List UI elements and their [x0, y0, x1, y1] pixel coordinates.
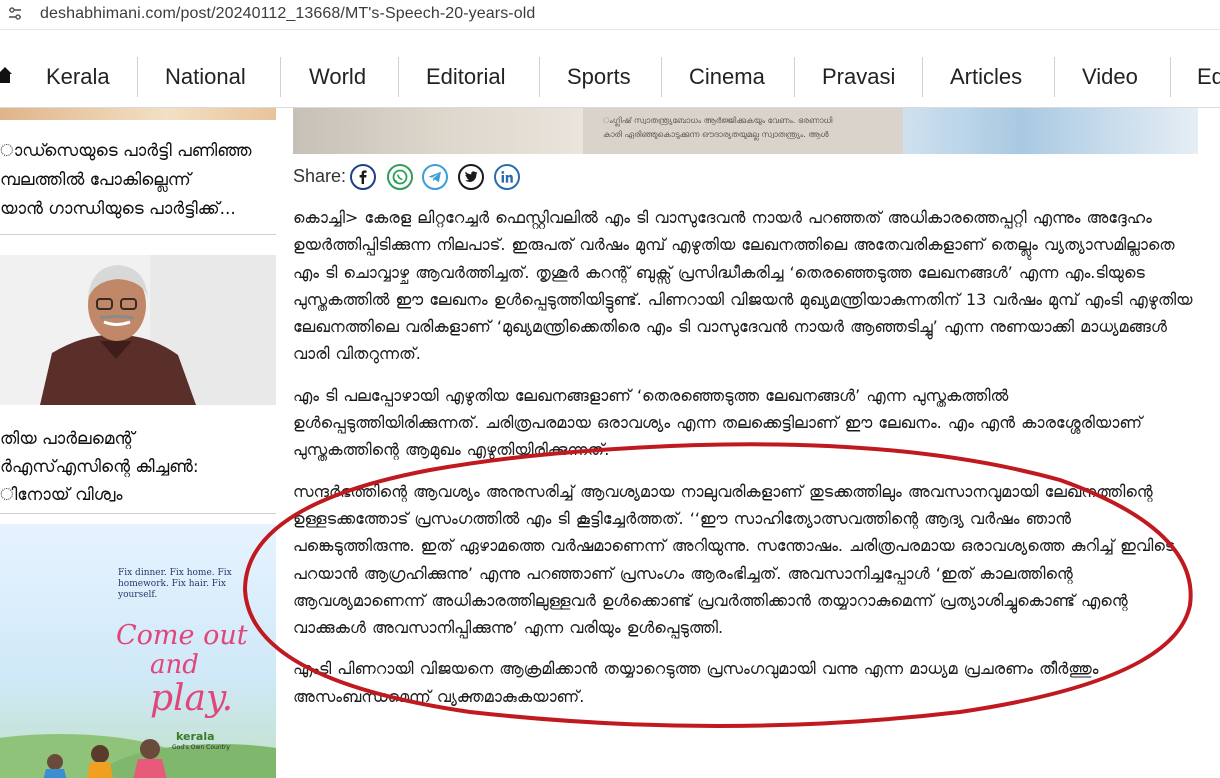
address-bar[interactable]: deshabhimani.com/post/20240112_13668/MT'… — [0, 0, 1220, 30]
share-label: Share: — [293, 166, 347, 186]
whatsapp-share-button[interactable] — [387, 164, 413, 190]
author-portrait — [0, 255, 276, 405]
story-thumbnail[interactable] — [0, 108, 276, 120]
nav-divider — [280, 57, 281, 97]
article-body: കൊച്ചി> കേരള ലിറ്ററേച്ചർ ഫെസ്റ്റിവലിൽ എം… — [293, 204, 1198, 724]
ad-headline: and — [150, 650, 199, 680]
sidebar: ാഡ്സെയുടെ പാർട്ടി പണിഞ്ഞ മ്പലത്തിൽ പോകില… — [0, 108, 276, 778]
hero-image-text-panel: ംഗ്ലിഷ് സ്വാതന്ത്ര്യബോധം ആർജ്ജിക്കുകയും … — [583, 108, 903, 154]
story-headline-line[interactable]: ാഡ്സെയുടെ പാർട്ടി പണിഞ്ഞ — [0, 138, 276, 166]
twitter-share-button[interactable] — [458, 164, 484, 190]
linkedin-share-button[interactable] — [494, 164, 520, 190]
url-text[interactable]: deshabhimani.com/post/20240112_13668/MT'… — [40, 5, 535, 23]
site-info-icon[interactable] — [6, 5, 24, 23]
divider — [0, 234, 276, 235]
nav-divider — [922, 57, 923, 97]
nav-item-video[interactable]: Video — [1082, 45, 1138, 108]
hero-image-left — [293, 108, 583, 154]
hero-image-right — [903, 108, 1198, 154]
nav-divider — [661, 57, 662, 97]
ad-headline: Come out — [116, 620, 248, 651]
nav-divider — [1054, 57, 1055, 97]
nav-item-ed[interactable]: Ed — [1197, 45, 1220, 108]
nav-item-national[interactable]: National — [165, 45, 246, 108]
advertisement-banner[interactable]: Fix dinner. Fix home. Fix homework. Fix … — [0, 524, 276, 778]
story-headline-line[interactable]: മ്പലത്തിൽ പോകില്ലെന്ന് — [0, 167, 276, 195]
telegram-share-button[interactable] — [422, 164, 448, 190]
nav-divider — [539, 57, 540, 97]
twitter-icon — [464, 171, 478, 182]
nav-item-kerala[interactable]: Kerala — [46, 45, 110, 108]
ad-brand-subtitle: God's Own Country — [172, 744, 230, 751]
story-headline-line[interactable]: യാൻ ഗാന്ധിയുടെ പാർട്ടിക്ക്... — [0, 196, 276, 224]
linkedin-icon — [501, 171, 513, 183]
nav-item-cinema[interactable]: Cinema — [689, 45, 765, 108]
nav-divider — [398, 57, 399, 97]
nav-divider — [794, 57, 795, 97]
article-paragraph: എം ടി പലപ്പോഴായി എഴുതിയ ലേഖനങ്ങളാണ് ‘തെര… — [293, 385, 1143, 460]
ad-brand-logo: kerala — [176, 730, 215, 743]
nav-item-pravasi[interactable]: Pravasi — [822, 45, 895, 108]
story-headline-line[interactable]: ിനോയ് വിശ്വം — [0, 482, 276, 510]
ad-illustration — [0, 734, 276, 778]
facebook-share-button[interactable] — [350, 164, 376, 190]
nav-item-sports[interactable]: Sports — [567, 45, 631, 108]
nav-item-world[interactable]: World — [309, 45, 366, 108]
home-icon[interactable] — [0, 65, 12, 85]
hero-caption: കാരി ഏരിഞ്ഞുകൊടുക്കുന്ന ഔദാര്യതയുമല്ല സ്… — [603, 130, 829, 139]
article-paragraph: എംടി പിണറായി വിജയനെ ആക്രമിക്കാൻ തയ്യാറെട… — [293, 659, 1099, 706]
whatsapp-icon — [392, 169, 408, 185]
hero-image: ംഗ്ലിഷ് സ്വാതന്ത്ര്യബോധം ആർജ്ജിക്കുകയും … — [293, 108, 1198, 154]
story-thumbnail[interactable] — [0, 255, 276, 405]
nav-item-editorial[interactable]: Editorial — [426, 45, 505, 108]
ad-tagline: Fix dinner. Fix home. Fix homework. Fix … — [118, 568, 232, 600]
story-headline-line[interactable]: തിയ പാർലമെന്റ് — [0, 426, 276, 454]
article-column: ംഗ്ലിഷ് സ്വാതന്ത്ര്യബോധം ആർജ്ജിക്കുകയും … — [293, 108, 1220, 778]
telegram-icon — [428, 171, 441, 183]
article-paragraph: കൊച്ചി> കേരള ലിറ്ററേച്ചർ ഫെസ്റ്റിവലിൽ എം… — [293, 208, 1193, 364]
article-paragraph: സന്ദർഭത്തിന്റെ ആവശ്യം അനുസരിച്ച് ആവശ്യമാ… — [293, 481, 1175, 638]
nav-divider — [137, 57, 138, 97]
divider — [0, 513, 276, 514]
main-nav: Kerala National World Editorial Sports C… — [0, 45, 1220, 108]
story-headline-line[interactable]: ർഎസ്എസിന്റെ കിച്ചൺ: — [0, 454, 276, 482]
facebook-icon — [359, 170, 367, 184]
ad-headline: play. — [150, 678, 234, 719]
hero-caption: ംഗ്ലിഷ് സ്വാതന്ത്ര്യബോധം ആർജ്ജിക്കുകയും … — [603, 116, 833, 125]
nav-item-articles[interactable]: Articles — [950, 45, 1022, 108]
nav-divider — [1170, 57, 1171, 97]
